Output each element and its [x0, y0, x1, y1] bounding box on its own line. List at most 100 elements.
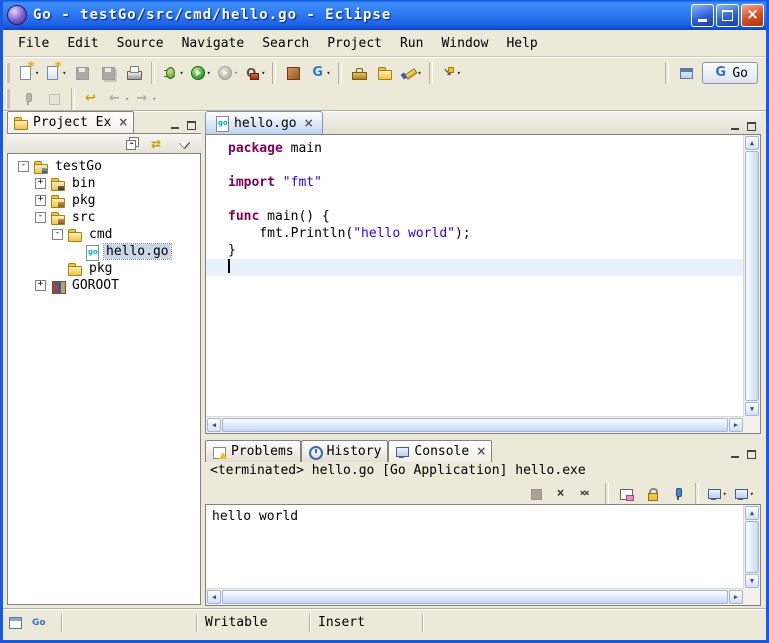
- tab-project-explorer[interactable]: Project Ex: [7, 111, 134, 133]
- minimize-view-button[interactable]: [730, 449, 740, 459]
- fast-view-icon[interactable]: [7, 615, 23, 631]
- minimize-view-button[interactable]: [170, 120, 180, 130]
- window-title: Go - testGo/src/cmd/hello.go - Eclipse: [33, 7, 391, 23]
- new-go-package-button[interactable]: [281, 62, 305, 84]
- go-tools-button[interactable]: ▾: [307, 62, 332, 84]
- menu-run[interactable]: Run: [391, 33, 432, 54]
- collapse-icon[interactable]: -: [35, 212, 46, 223]
- tree-item-bin[interactable]: +bin: [8, 175, 200, 192]
- minimize-button[interactable]: [691, 4, 714, 27]
- remove-all-terminated-icon: [580, 486, 596, 502]
- maximize-button[interactable]: [716, 4, 739, 27]
- toolbar-grip[interactable]: [6, 63, 10, 83]
- menu-navigate[interactable]: Navigate: [173, 33, 254, 54]
- scroll-up-button[interactable]: [745, 506, 759, 520]
- collapse-icon[interactable]: -: [52, 229, 63, 240]
- menu-edit[interactable]: Edit: [58, 33, 107, 54]
- pin-console-button[interactable]: [666, 483, 690, 505]
- explorer-toolbar: [7, 133, 201, 154]
- scrollbar-thumb[interactable]: [745, 521, 759, 573]
- close-button[interactable]: [741, 4, 764, 27]
- new-go-element-button[interactable]: ▾: [43, 62, 68, 84]
- scrollbar-thumb[interactable]: [222, 590, 728, 604]
- maximize-view-button[interactable]: [746, 121, 756, 131]
- tree-item-testGo[interactable]: -testGo: [8, 158, 200, 175]
- console-panel: ProblemsHistoryConsole <terminated> hell…: [205, 440, 761, 606]
- print-button[interactable]: [122, 62, 146, 84]
- external-tools-button[interactable]: ▾: [242, 62, 267, 84]
- menu-project[interactable]: Project: [318, 33, 391, 54]
- scroll-down-button[interactable]: [745, 574, 759, 588]
- tab-hello-go[interactable]: hello.go: [205, 111, 323, 134]
- maximize-view-button[interactable]: [186, 120, 196, 130]
- maximize-view-button[interactable]: [746, 449, 756, 459]
- project-tree[interactable]: -testGo+bin+pkg-src-cmdhello.gopkg+GOROO…: [7, 153, 201, 605]
- scroll-left-button[interactable]: [207, 418, 221, 432]
- open-perspective-icon: [678, 65, 694, 81]
- console-output[interactable]: hello world: [205, 504, 761, 606]
- open-console-button[interactable]: ▾: [731, 483, 756, 505]
- scroll-down-button[interactable]: [745, 402, 759, 416]
- menu-search[interactable]: Search: [253, 33, 318, 54]
- run-button[interactable]: ▾: [188, 62, 213, 84]
- clear-console-button[interactable]: [614, 483, 638, 505]
- scroll-right-button[interactable]: [729, 418, 743, 432]
- menu-help[interactable]: Help: [497, 33, 546, 54]
- tab-console[interactable]: Console: [388, 440, 492, 462]
- console-vertical-scrollbar[interactable]: [743, 505, 760, 589]
- last-edit-location-icon: [84, 91, 100, 107]
- close-icon[interactable]: [304, 116, 314, 131]
- collapse-all-button[interactable]: [120, 133, 144, 155]
- link-with-editor-button[interactable]: [146, 133, 170, 155]
- new-wizard-button[interactable]: ▾: [16, 62, 41, 84]
- code-area[interactable]: package mainimport "fmt"func main() { fm…: [206, 135, 744, 417]
- editor-horizontal-scrollbar[interactable]: [206, 416, 744, 433]
- fast-view-bar: [3, 613, 61, 633]
- terminate-icon: [528, 486, 544, 502]
- tree-item-hello.go[interactable]: hello.go: [8, 243, 200, 260]
- foldersrc-icon: [50, 210, 66, 226]
- open-perspective-button[interactable]: [674, 62, 698, 84]
- scroll-left-button[interactable]: [207, 590, 221, 604]
- tree-item-cmd[interactable]: -cmd: [8, 226, 200, 243]
- close-icon[interactable]: [118, 115, 128, 130]
- menu-window[interactable]: Window: [432, 33, 497, 54]
- debug-button[interactable]: ▾: [160, 62, 185, 84]
- scroll-right-button[interactable]: [729, 590, 743, 604]
- titlebar[interactable]: Go - testGo/src/cmd/hello.go - Eclipse: [0, 0, 769, 30]
- tree-item-GOROOT[interactable]: +GOROOT: [8, 277, 200, 294]
- console-horizontal-scrollbar[interactable]: [206, 588, 744, 605]
- search-button[interactable]: ▾: [399, 62, 424, 84]
- editor-panel: hello.go package mainimport "fmt"func ma…: [205, 112, 761, 434]
- tree-item-pkg[interactable]: +pkg: [8, 192, 200, 209]
- editor-vertical-scrollbar[interactable]: [743, 135, 760, 417]
- scroll-lock-button[interactable]: [640, 483, 664, 505]
- open-type-button[interactable]: [347, 62, 371, 84]
- scroll-up-button[interactable]: [745, 136, 759, 150]
- expand-icon[interactable]: +: [35, 195, 46, 206]
- expand-icon[interactable]: +: [35, 280, 46, 291]
- tree-item-src[interactable]: -src: [8, 209, 200, 226]
- tab-problems[interactable]: Problems: [205, 440, 301, 462]
- menu-file[interactable]: File: [9, 33, 58, 54]
- go-trim-icon[interactable]: [31, 615, 47, 631]
- expand-icon[interactable]: +: [35, 178, 46, 189]
- remove-launch-button[interactable]: [550, 483, 574, 505]
- next-annotation-button[interactable]: ▾: [438, 62, 463, 84]
- code-line: fmt.Println("hello world");: [206, 225, 744, 242]
- minimize-view-button[interactable]: [730, 121, 740, 131]
- scrollbar-thumb[interactable]: [222, 418, 728, 432]
- open-resource-button[interactable]: [373, 62, 397, 84]
- view-menu-button[interactable]: [172, 133, 196, 155]
- menu-source[interactable]: Source: [108, 33, 173, 54]
- tab-history[interactable]: History: [301, 440, 389, 462]
- remove-all-terminated-button[interactable]: [576, 483, 600, 505]
- go-perspective-button[interactable]: Go: [702, 62, 758, 84]
- scrollbar-thumb[interactable]: [745, 151, 759, 401]
- close-icon[interactable]: [476, 444, 486, 459]
- last-edit-location-button[interactable]: [80, 88, 104, 110]
- toolbar-grip[interactable]: [6, 89, 10, 109]
- tree-item-pkg[interactable]: pkg: [8, 260, 200, 277]
- collapse-icon[interactable]: -: [18, 161, 29, 172]
- display-selected-console-button[interactable]: ▾: [704, 483, 729, 505]
